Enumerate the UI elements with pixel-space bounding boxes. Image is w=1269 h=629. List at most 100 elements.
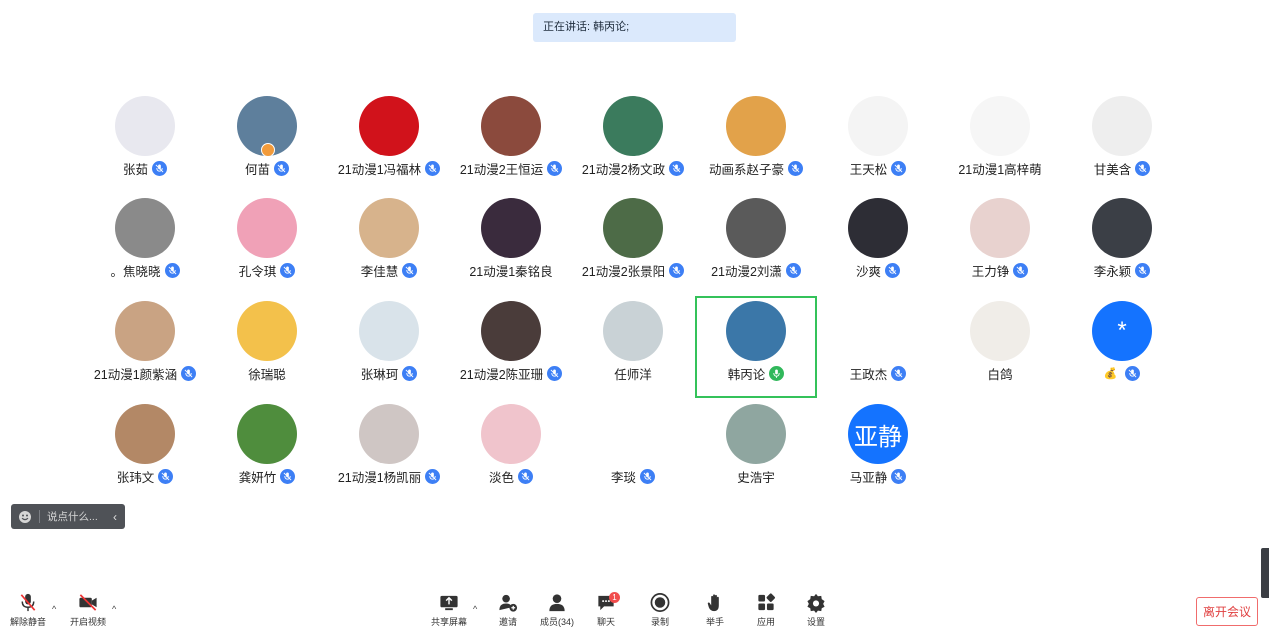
participant-name: 21动漫2陈亚珊	[459, 367, 544, 382]
chat-placeholder[interactable]: 说点什么...	[47, 509, 113, 524]
participant-tile[interactable]: 张琳珂	[328, 296, 450, 398]
participant-tile[interactable]: 任师洋	[572, 296, 694, 398]
participant-tile[interactable]: 亚静 马亚静	[817, 399, 939, 501]
emoji-icon[interactable]	[18, 510, 32, 524]
participant-tile[interactable]: 动画系赵子豪	[695, 91, 817, 193]
share-screen-icon	[440, 595, 458, 611]
participant-name: 李永颖	[1093, 264, 1132, 279]
participant-name: 甘美含	[1093, 162, 1132, 177]
mic-muted-icon	[547, 365, 563, 381]
participant-tile[interactable]: 21动漫1冯福林	[328, 91, 450, 193]
unmute-button[interactable]: 解除静音	[5, 592, 51, 628]
participant-name: 21动漫1冯福林	[337, 162, 422, 177]
participant-name-row: 21动漫2杨文政	[572, 158, 694, 178]
mic-muted-icon	[158, 468, 174, 484]
participant-tile[interactable]: * 💰	[1061, 296, 1183, 398]
chat-button[interactable]: 聊天 1	[583, 592, 629, 628]
participant-tile[interactable]: 孔令琪	[206, 193, 328, 295]
leave-meeting-button[interactable]: 离开会议	[1196, 597, 1258, 626]
participant-name: 白鸽	[987, 367, 1013, 382]
participant-name-row: 21动漫2王恒运	[450, 158, 572, 178]
participant-tile[interactable]: 王天松	[817, 91, 939, 193]
start-video-button[interactable]: 开启视频	[65, 592, 111, 628]
avatar	[237, 404, 297, 464]
participant-tile[interactable]: 李琰	[572, 399, 694, 501]
avatar	[237, 198, 297, 258]
participant-name-row: 21动漫2陈亚珊	[450, 363, 572, 383]
share-screen-button[interactable]: 共享屏幕	[426, 592, 472, 628]
participant-tile[interactable]: 张茹	[84, 91, 206, 193]
participant-tile[interactable]: 21动漫2陈亚珊	[450, 296, 572, 398]
mic-muted-icon	[891, 468, 907, 484]
participant-tile[interactable]: 21动漫1颜紫涵	[84, 296, 206, 398]
avatar	[970, 198, 1030, 258]
participant-tile[interactable]: 何苗	[206, 91, 328, 193]
avatar	[115, 404, 175, 464]
avatar	[481, 96, 541, 156]
participant-name-row: 王天松	[817, 158, 939, 178]
participant-tile[interactable]: 李佳慧	[328, 193, 450, 295]
participant-tile[interactable]: 沙爽	[817, 193, 939, 295]
avatar	[970, 301, 1030, 361]
participant-name: 21动漫2王恒运	[459, 162, 544, 177]
raise-hand-button[interactable]: 举手	[692, 592, 738, 628]
chevron-left-icon[interactable]: ‹	[113, 510, 117, 524]
mic-muted-icon	[181, 365, 197, 381]
participant-name: 龚妍竹	[238, 470, 277, 485]
participant-name-row: 龚妍竹	[206, 466, 328, 486]
participant-tile[interactable]: 徐瑞聪	[206, 296, 328, 398]
participant-name: 韩丙论	[727, 367, 766, 382]
mic-muted-icon	[280, 468, 296, 484]
chevron-up-icon[interactable]: ^	[112, 604, 116, 614]
members-button[interactable]: 成员(34)	[534, 592, 580, 628]
participant-name-row: 张琳珂	[328, 363, 450, 383]
participant-name-row: 21动漫1杨凯丽	[328, 466, 450, 486]
participant-tile[interactable]: 王力铮	[939, 193, 1061, 295]
mic-muted-icon	[891, 160, 907, 176]
participant-tile[interactable]: 21动漫2杨文政	[572, 91, 694, 193]
participant-tile[interactable]: 21动漫1杨凯丽	[328, 399, 450, 501]
participant-tile[interactable]: 龚妍竹	[206, 399, 328, 501]
participant-tile[interactable]: 甘美含	[1061, 91, 1183, 193]
mic-muted-icon	[891, 365, 907, 381]
invite-button[interactable]: 邀请	[485, 592, 531, 628]
record-button[interactable]: 录制	[637, 592, 683, 628]
participant-name: 李琰	[610, 470, 636, 485]
participant-tile[interactable]: 韩丙论	[695, 296, 817, 398]
participant-tile[interactable]: 张玮文	[84, 399, 206, 501]
avatar	[603, 96, 663, 156]
chevron-up-icon[interactable]: ^	[473, 604, 477, 614]
participant-tile[interactable]: 21动漫1高梓萌	[939, 91, 1061, 193]
video-off-icon	[79, 594, 97, 611]
participant-tile[interactable]: 21动漫1秦铭良	[450, 193, 572, 295]
participant-tile[interactable]: 李永颖	[1061, 193, 1183, 295]
participant-name-row: 王力铮	[939, 260, 1061, 280]
participant-tile[interactable]: 21动漫2张景阳	[572, 193, 694, 295]
participant-tile[interactable]: 21动漫2王恒运	[450, 91, 572, 193]
mic-muted-icon	[274, 160, 289, 176]
members-label: 成员(34)	[539, 617, 574, 627]
participant-tile[interactable]: 白鸽	[939, 296, 1061, 398]
participant-tile[interactable]: 淡色	[450, 399, 572, 501]
avatar-initial: 亚静	[854, 423, 902, 451]
avatar: *	[1092, 301, 1152, 361]
participant-name-row: 21动漫1高梓萌	[939, 158, 1061, 178]
mic-muted-icon	[885, 262, 900, 278]
participant-name-row: 李永颖	[1061, 260, 1183, 280]
participant-name-row: 21动漫2张景阳	[572, 260, 694, 280]
apps-icon	[758, 593, 776, 611]
apps-button[interactable]: 应用	[743, 592, 789, 628]
participant-name-row: 任师洋	[572, 363, 694, 383]
side-panel-handle[interactable]	[1261, 548, 1269, 598]
participant-tile[interactable]: 王政杰	[817, 296, 939, 398]
chat-label: 聊天	[596, 617, 615, 627]
chevron-up-icon[interactable]: ^	[52, 604, 56, 614]
participant-tile[interactable]: 。焦晓晓	[84, 193, 206, 295]
participant-tile[interactable]: 史浩宇	[695, 399, 817, 501]
participant-tile[interactable]: 21动漫2刘潇	[695, 193, 817, 295]
participant-name: 21动漫2张景阳	[581, 264, 666, 279]
chat-input-pill[interactable]: 说点什么... ‹	[11, 504, 125, 529]
name-prefix: 💰	[1103, 367, 1118, 380]
settings-button[interactable]: 设置	[793, 592, 839, 628]
avatar-initial: *	[1117, 317, 1127, 344]
